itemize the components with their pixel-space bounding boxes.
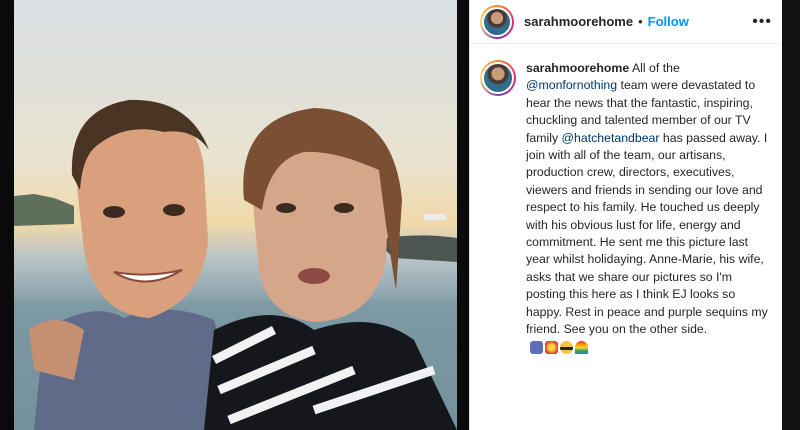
more-options-icon[interactable]: •••	[752, 13, 772, 31]
selfie-photo-illustration	[14, 99, 457, 430]
sunglasses-icon	[560, 340, 573, 354]
mention-link[interactable]: @hatchetandbear	[562, 131, 660, 145]
ribbon-icon	[530, 340, 543, 354]
caption-username[interactable]: sarahmoorehome	[526, 61, 629, 75]
post-header: sarahmoorehome • Follow •••	[470, 0, 782, 44]
right-border	[782, 0, 800, 430]
woman-mouth	[298, 268, 330, 284]
coastline-left	[14, 194, 74, 226]
rainbow-icon	[575, 340, 588, 354]
caption-text: sarahmoorehome All of the @monfornothing…	[526, 60, 772, 356]
panel-gap	[457, 0, 469, 430]
caption-avatar[interactable]	[480, 60, 516, 96]
mention-link[interactable]: @monfornothing	[526, 78, 617, 92]
caption-text-part: All of the	[631, 61, 680, 75]
caption-text-part: has passed away. I join with all of the …	[526, 130, 768, 337]
sparkle-icon	[545, 340, 558, 354]
avatar-image	[482, 62, 514, 94]
header-separator: •	[638, 14, 643, 29]
emoji-group	[530, 340, 588, 354]
woman-eye-right	[334, 203, 354, 213]
profile-avatar[interactable]	[480, 4, 514, 39]
post-photo[interactable]	[14, 0, 457, 430]
follow-button[interactable]: Follow	[648, 14, 689, 29]
header-username[interactable]: sarahmoorehome	[524, 14, 633, 29]
boat	[424, 214, 446, 220]
instagram-post: sarahmoorehome • Follow ••• sarahmooreho…	[0, 0, 800, 430]
woman-eye-left	[276, 203, 296, 213]
post-caption: sarahmoorehome All of the @monfornothing…	[470, 44, 782, 356]
man-eye-left	[103, 206, 125, 218]
left-border	[0, 0, 14, 430]
post-details-panel: sarahmoorehome • Follow ••• sarahmooreho…	[469, 0, 782, 430]
man-eye-right	[163, 204, 185, 216]
avatar-image	[482, 6, 512, 37]
